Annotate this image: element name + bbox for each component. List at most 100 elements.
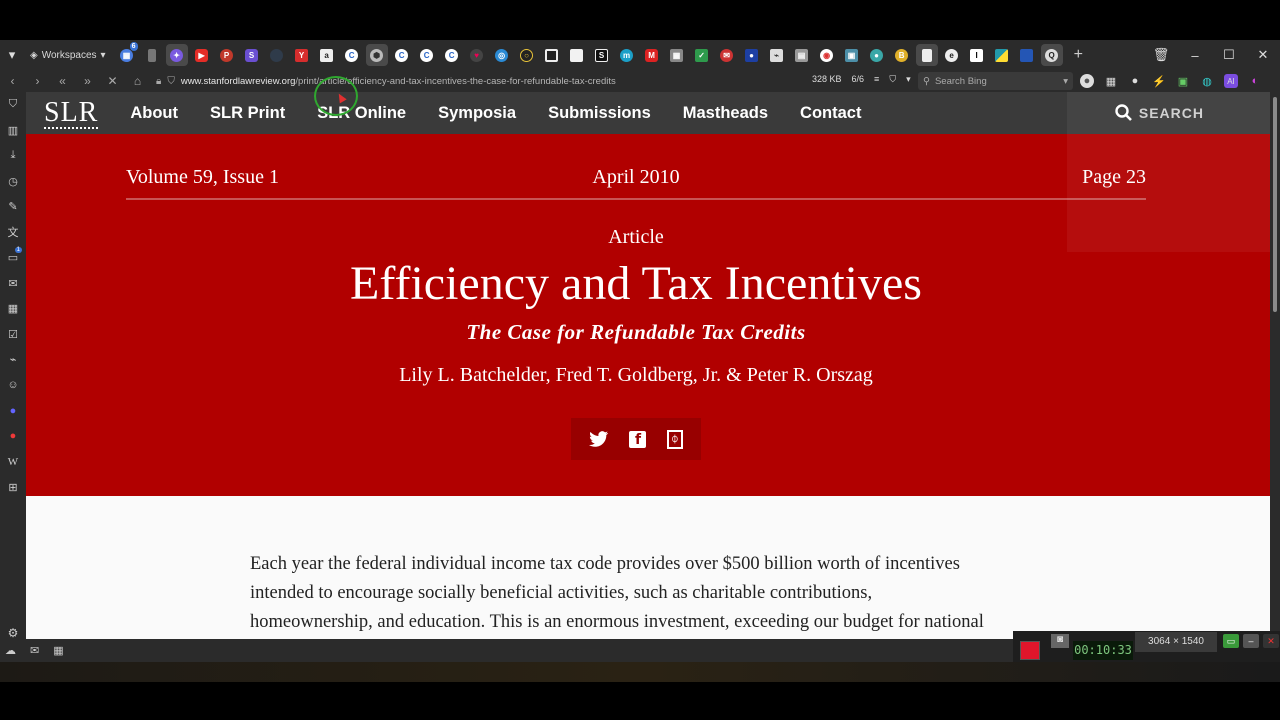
add-panel-icon[interactable]: ⊞ xyxy=(0,475,26,501)
camera-icon[interactable]: ◙ xyxy=(1051,634,1069,648)
slr-logo[interactable]: SLR xyxy=(44,99,99,129)
menu-item-submissions[interactable]: Submissions xyxy=(548,104,651,123)
chat-extension-icon[interactable]: ◍ xyxy=(1200,74,1214,88)
contacts-icon[interactable]: ☺ xyxy=(0,373,26,399)
vivaldi-menu-icon[interactable]: ▾ xyxy=(0,40,24,70)
tab-stack[interactable]: ▦ 6 xyxy=(116,42,138,66)
cloud-sync-icon[interactable]: ☁ xyxy=(5,644,16,657)
workspaces-button[interactable]: ◈ Workspaces ▾ xyxy=(24,40,112,70)
maximize-button[interactable]: ☐ xyxy=(1212,47,1246,63)
tab[interactable]: ▦ xyxy=(666,44,688,66)
tab[interactable]: ⬢ xyxy=(365,44,388,66)
feeds-icon[interactable]: ⌁ xyxy=(0,347,26,373)
translate-icon[interactable]: 文 xyxy=(0,220,26,246)
menu-item-contact[interactable]: Contact xyxy=(800,104,861,123)
tab[interactable]: ◎ xyxy=(491,44,513,66)
calendar-status-icon[interactable]: ▦ xyxy=(53,644,63,657)
ai-extension-icon[interactable]: AI xyxy=(1224,74,1238,88)
tab[interactable]: ▤ xyxy=(791,44,813,66)
menu-item-slr-print[interactable]: SLR Print xyxy=(210,104,285,123)
tab[interactable] xyxy=(566,44,588,66)
tab[interactable]: B xyxy=(891,44,913,66)
tab[interactable]: C xyxy=(391,44,413,66)
tab[interactable]: m xyxy=(616,44,638,66)
window-panel-icon[interactable]: ▭ 1 xyxy=(0,245,26,271)
page-scrollbar[interactable] xyxy=(1270,92,1280,639)
mastodon-icon[interactable]: ● xyxy=(0,398,26,424)
tab[interactable]: ▶ xyxy=(191,44,213,66)
twitter-icon[interactable] xyxy=(589,430,609,448)
recorder-minimize-icon[interactable]: – xyxy=(1243,634,1259,648)
tab[interactable] xyxy=(541,44,563,66)
tab-active[interactable]: ✦ xyxy=(165,44,188,66)
forward-icon[interactable]: › xyxy=(25,74,50,88)
settings-gear-icon[interactable]: ⚙ xyxy=(0,626,26,640)
wikipedia-icon[interactable]: W xyxy=(0,449,26,475)
lightning-icon[interactable]: ⚡ xyxy=(1152,74,1166,88)
facebook-icon[interactable]: f xyxy=(629,430,647,448)
tasks-icon[interactable]: ☑ xyxy=(0,322,26,348)
home-icon[interactable]: ⌂ xyxy=(125,74,150,88)
tab[interactable]: Q xyxy=(1040,44,1063,66)
tab[interactable]: C xyxy=(416,44,438,66)
mail-icon[interactable]: ✉ xyxy=(0,271,26,297)
tab[interactable]: ♥ xyxy=(466,44,488,66)
tab[interactable]: C xyxy=(441,44,463,66)
tab[interactable]: Y xyxy=(291,44,313,66)
tab[interactable] xyxy=(915,44,938,66)
pdf-icon[interactable]: ⏀ xyxy=(666,429,683,449)
tab[interactable] xyxy=(991,44,1013,66)
reader-icon[interactable]: ≡ xyxy=(874,74,879,85)
trash-icon[interactable]: 🗑 xyxy=(1144,47,1178,63)
menu-item-about[interactable]: About xyxy=(130,104,178,123)
tab[interactable]: ◉ xyxy=(816,44,838,66)
image-extension-icon[interactable]: ▣ xyxy=(1176,74,1190,88)
new-tab-button[interactable]: + xyxy=(1074,46,1083,64)
menu-item-symposia[interactable]: Symposia xyxy=(438,104,516,123)
tab[interactable]: I xyxy=(966,44,988,66)
tab[interactable]: C xyxy=(341,44,363,66)
search-field[interactable]: ⚲ Search Bing ▾ xyxy=(918,72,1073,90)
rewind-icon[interactable]: « xyxy=(50,74,75,88)
tab[interactable]: e xyxy=(941,44,963,66)
recorder-close-icon[interactable]: ✕ xyxy=(1263,634,1279,648)
tab[interactable] xyxy=(141,44,163,66)
grid-icon[interactable]: ▦ xyxy=(1104,74,1118,88)
downloads-icon[interactable]: ⤓ xyxy=(0,143,26,169)
fast-forward-icon[interactable]: » xyxy=(75,74,100,88)
tab[interactable]: ✉ xyxy=(716,44,738,66)
recorder-green-icon[interactable]: ▭ xyxy=(1223,634,1239,648)
tab[interactable]: P xyxy=(216,44,238,66)
tab[interactable]: ⌁ xyxy=(766,44,788,66)
tab[interactable]: ● xyxy=(866,44,888,66)
scrollbar-thumb[interactable] xyxy=(1273,97,1277,312)
tab[interactable]: ✓ xyxy=(691,44,713,66)
record-button[interactable] xyxy=(1020,641,1040,660)
tab[interactable] xyxy=(266,44,288,66)
close-button[interactable]: ✕ xyxy=(1246,47,1280,63)
tab[interactable]: ○ xyxy=(516,44,538,66)
tab[interactable]: a xyxy=(316,44,338,66)
reading-list-icon[interactable]: ▥ xyxy=(0,118,26,144)
tab[interactable]: S xyxy=(241,44,263,66)
mail-status-icon[interactable]: ✉ xyxy=(30,644,39,657)
circle-extension-icon[interactable]: ● xyxy=(1128,74,1142,88)
notes-icon[interactable]: ✎ xyxy=(0,194,26,220)
back-icon[interactable]: ‹ xyxy=(0,74,25,88)
dropdown-icon[interactable]: ▾ xyxy=(906,74,911,85)
stop-loading-icon[interactable]: ✕ xyxy=(100,74,125,88)
bookmarks-icon[interactable]: ⛉ xyxy=(0,92,26,118)
purple-extension-icon[interactable]: ◐ xyxy=(1248,74,1262,88)
profile-avatar[interactable]: ● xyxy=(1080,74,1094,88)
vivaldi-icon[interactable]: ● xyxy=(0,424,26,450)
tab[interactable]: ● xyxy=(741,44,763,66)
bookmark-icon[interactable]: ⛉ xyxy=(889,74,896,85)
minimize-button[interactable]: – xyxy=(1178,48,1212,63)
tab[interactable]: ▣ xyxy=(841,44,863,66)
menu-item-mastheads[interactable]: Mastheads xyxy=(683,104,768,123)
tab[interactable] xyxy=(1016,44,1038,66)
tab[interactable]: S xyxy=(591,44,613,66)
calendar-icon[interactable]: ▦ xyxy=(0,296,26,322)
address-field[interactable]: 🔒︎ ⛉ www.stanfordlawreview.org/print/art… xyxy=(156,72,726,90)
history-icon[interactable]: ◷ xyxy=(0,169,26,195)
